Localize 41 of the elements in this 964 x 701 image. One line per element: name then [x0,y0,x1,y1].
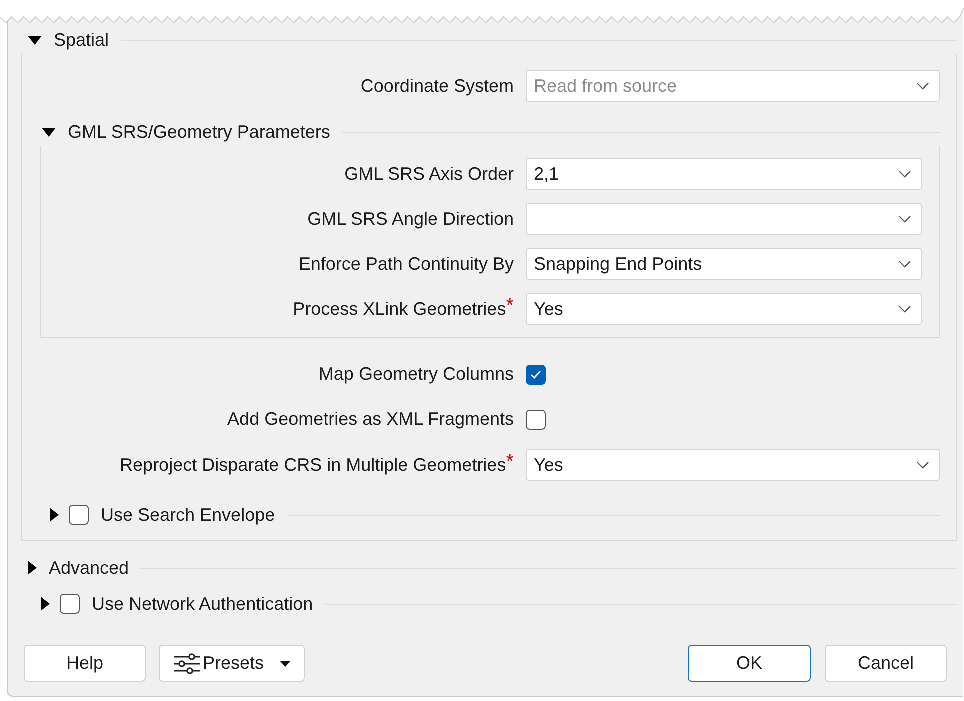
dropdown[interactable]: Yes [526,449,940,481]
expand-triangle-icon[interactable] [28,561,37,575]
section-title[interactable]: Spatial [54,26,110,54]
dropdown-arrow-icon [280,660,292,666]
dialog-button[interactable]: Cancel [825,645,947,682]
dropdown[interactable]: 2,1 [526,158,922,190]
dropdown[interactable]: Yes [526,293,922,325]
presets-button[interactable]: Presets [159,645,305,682]
sliders-icon [172,652,201,674]
collapse-triangle-icon[interactable] [42,128,56,136]
field-label: Map Geometry Columns [318,363,514,386]
dropdown[interactable]: Snapping End Points [526,248,922,280]
required-mark: * [506,294,514,316]
field-label: GML SRS Angle Direction [306,208,514,231]
section-title[interactable]: Advanced [49,554,130,582]
section-title[interactable]: Use Network Authentication [92,590,314,618]
checkbox[interactable] [69,505,89,525]
field-label: Coordinate System [360,74,514,98]
chevron-down-icon [917,82,929,90]
field-label: Process XLink Geometries [293,298,506,318]
field-label: Reproject Disparate CRS in Multiple Geometries [120,454,506,474]
checkbox[interactable] [60,594,80,614]
expand-triangle-icon[interactable] [41,597,50,611]
checkbox[interactable] [526,364,546,384]
dialog-button[interactable]: Help [24,645,146,682]
field-label: Add Geometries as XML Fragments [226,408,514,431]
collapse-triangle-icon[interactable] [28,36,42,44]
check-icon [530,370,542,380]
field-label: Enforce Path Continuity By [298,252,514,276]
required-mark: * [506,450,514,472]
section-title[interactable]: GML SRS/Geometry Parameters [68,118,330,146]
chevron-down-icon [899,260,911,268]
field-label: GML SRS Axis Order [344,162,514,186]
section-title[interactable]: Use Search Envelope [101,502,276,528]
chevron-down-icon [899,306,911,312]
chevron-down-icon [899,170,911,178]
chevron-down-icon [899,216,911,222]
checkbox[interactable] [526,410,546,430]
ok-button[interactable]: OK [688,645,811,682]
expand-triangle-icon[interactable] [50,508,59,522]
chevron-down-icon [917,462,929,468]
